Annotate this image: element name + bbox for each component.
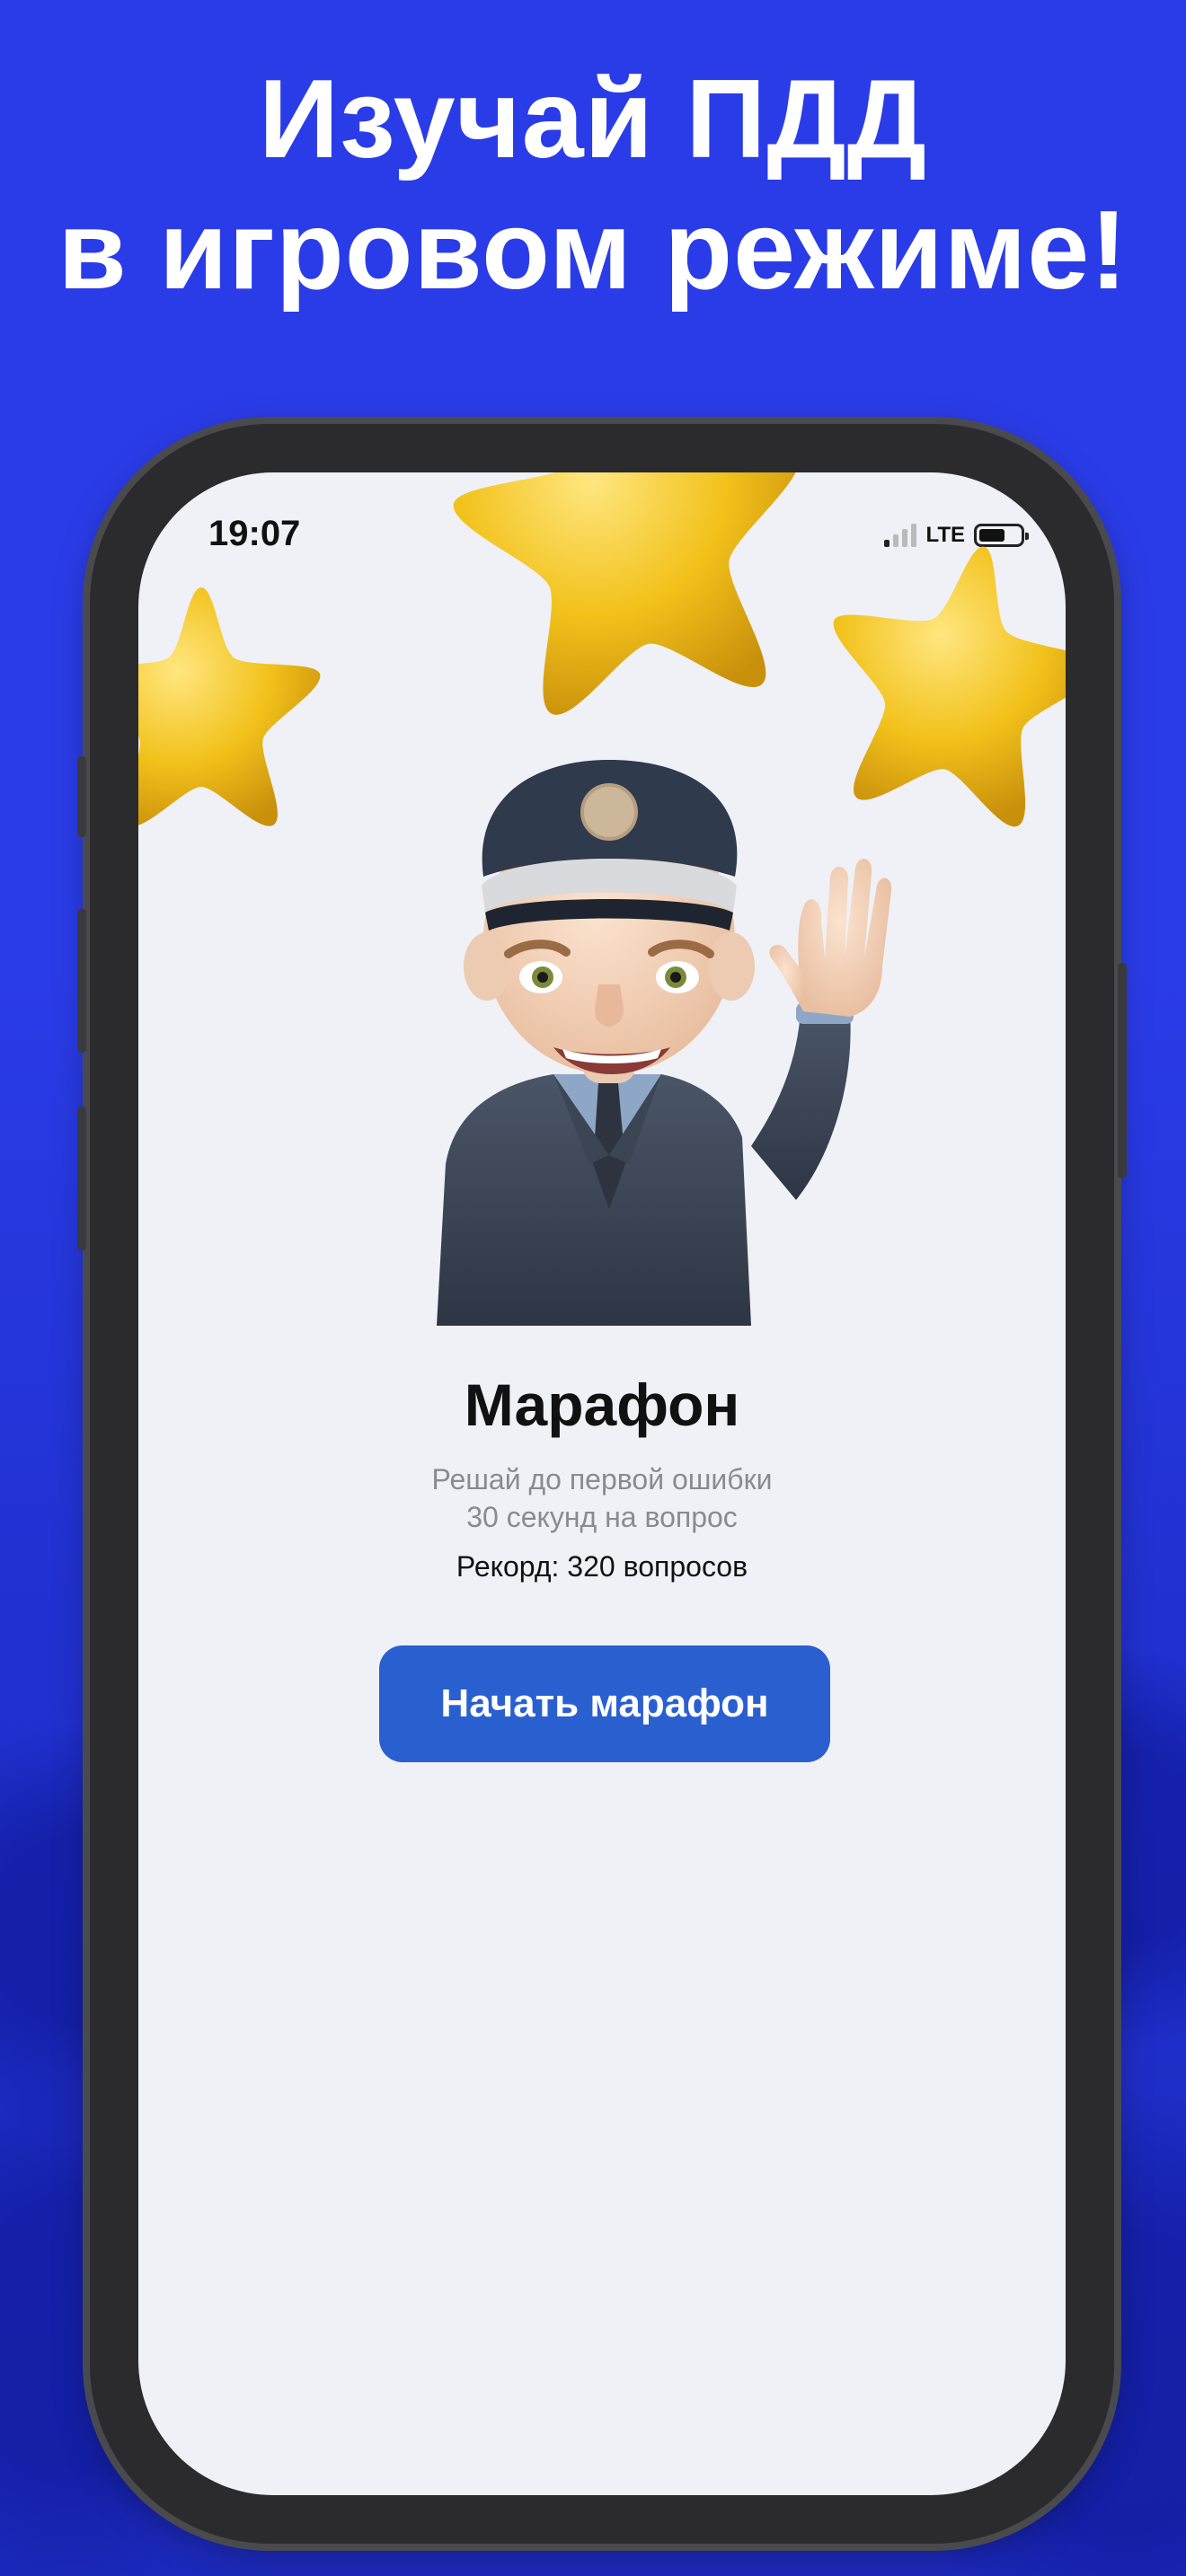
star-icon xyxy=(453,472,800,715)
star-icon xyxy=(138,587,321,826)
phone-frame: 19:07 LTE Марафон Решай до первой ошибки… xyxy=(77,424,1127,2544)
start-marathon-button[interactable]: Начать марафон xyxy=(379,1645,830,1762)
promo-headline-line1: Изучай ПДД xyxy=(258,57,928,181)
marathon-rule-1: Решай до первой ошибки xyxy=(431,1463,773,1495)
marathon-rule-2: 30 секунд на вопрос xyxy=(466,1501,738,1533)
record-label: Рекорд: 320 вопросов xyxy=(456,1550,748,1583)
promo-headline: Изучай ПДД в игровом режиме! xyxy=(0,54,1186,316)
mute-switch xyxy=(77,756,86,837)
volume-down-button xyxy=(77,1107,86,1250)
page-title: Марафон xyxy=(464,1372,740,1438)
volume-up-button xyxy=(77,909,86,1053)
mascot-officer-icon xyxy=(437,760,892,1326)
app-screen: 19:07 LTE Марафон Решай до первой ошибки… xyxy=(138,472,1066,2495)
status-time: 19:07 xyxy=(208,514,301,553)
marathon-description: Решай до первой ошибки 30 секунд на вопр… xyxy=(138,1460,1066,1536)
promo-headline-line2: в игровом режиме! xyxy=(58,189,1128,313)
power-button xyxy=(1118,963,1127,1178)
